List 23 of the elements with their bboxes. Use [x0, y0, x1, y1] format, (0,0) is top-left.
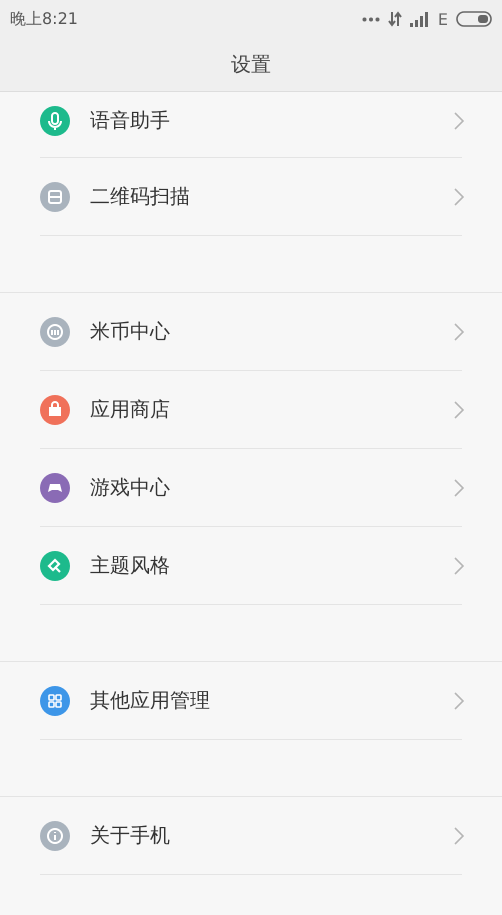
- settings-item[interactable]: 米币中心: [40, 293, 462, 371]
- more-dots-icon: [362, 16, 380, 22]
- chevron-icon: [454, 692, 464, 710]
- chevron-icon: [454, 322, 464, 340]
- chevron-icon: [454, 400, 464, 418]
- chevron-icon: [454, 478, 464, 496]
- settings-item[interactable]: 主题风格: [40, 527, 462, 605]
- settings-item[interactable]: 其他应用管理: [40, 662, 462, 740]
- network-type: E: [438, 10, 448, 28]
- status-time: 晚上8:21: [10, 8, 78, 30]
- chevron-icon: [454, 112, 464, 130]
- signal-icon: [410, 11, 430, 27]
- settings-item[interactable]: 应用商店: [40, 371, 462, 449]
- settings-item[interactable]: 游戏中心: [40, 449, 462, 527]
- data-arrows-icon: [388, 11, 402, 27]
- battery-icon: [456, 11, 492, 27]
- chevron-icon: [454, 188, 464, 206]
- settings-item[interactable]: 语音助手: [40, 92, 462, 158]
- chevron-icon: [454, 826, 464, 844]
- settings-item[interactable]: 二维码扫描: [40, 158, 462, 236]
- settings-item[interactable]: 关于手机: [40, 797, 462, 875]
- chevron-icon: [454, 556, 464, 574]
- page-title: 设置: [231, 51, 271, 78]
